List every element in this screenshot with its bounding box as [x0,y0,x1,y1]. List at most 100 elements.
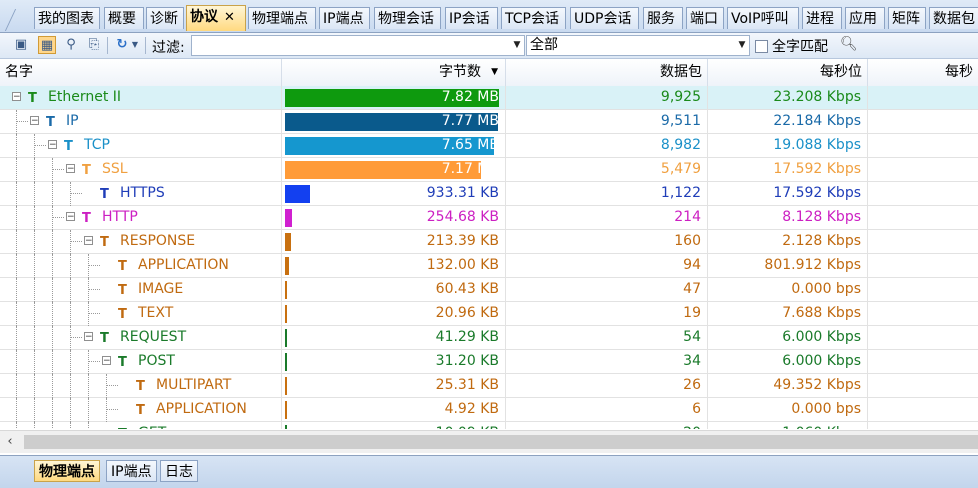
table-row[interactable]: T GET 10.09 KB 201.060 Kbps [0,422,978,429]
protocol-name: APPLICATION [138,257,229,273]
protocol-icon: T [100,331,109,346]
collapse-toggle[interactable]: − [66,212,75,222]
bottom-tab-2[interactable]: 日志 [160,460,198,482]
bottom-tab-0[interactable]: 物理端点 [34,460,100,482]
bytes-value: 7.17 MB [441,161,499,177]
refresh-icon[interactable]: ↻ [113,36,131,54]
filter-icon[interactable]: ⚲ [62,36,80,54]
chevron-down-icon[interactable]: ▼ [510,36,524,55]
bytes-bar [285,353,287,371]
bytes-value: 25.31 KB [435,377,499,393]
tab-4[interactable]: 物理端点 [248,7,316,29]
packets-cell: 160 [506,230,708,253]
scope-select[interactable]: 全部 ▼ [526,35,750,56]
extra-cell [868,110,978,133]
name-cell: T APPLICATION [0,398,282,422]
table-row[interactable]: − T HTTP 254.68 KB 214 8.128 Kbps [0,206,978,230]
collapse-toggle[interactable]: − [84,332,93,342]
tab-0[interactable]: 我的图表 [34,7,100,29]
column-header-bytes[interactable]: 字节数 ▼ [282,59,506,86]
column-header-extra[interactable]: 每秒 [868,59,978,86]
tab-6[interactable]: 物理会话 [374,7,441,29]
filter-input[interactable]: ▼ [191,35,525,56]
tree-guide [16,134,17,158]
tab-16[interactable]: 数据包 [929,7,978,29]
table-row[interactable]: T TEXT 20.96 KB 19 7.688 Kbps [0,302,978,326]
tree-guide [16,182,17,206]
search-icon[interactable]: 🔍︎ [840,36,858,52]
match-whole-word-checkbox[interactable] [755,40,768,53]
table-row[interactable]: − T RESPONSE 213.39 KB 160 2.128 Kbps [0,230,978,254]
close-icon[interactable]: ✕ [224,10,235,25]
tab-3[interactable]: 协议 ✕ [186,5,246,31]
extra-cell [868,302,978,325]
collapse-toggle[interactable]: − [12,92,21,102]
collapse-toggle[interactable]: − [30,116,39,126]
table-row[interactable]: T MULTIPART 25.31 KB 26 49.352 Kbps [0,374,978,398]
table-row[interactable]: T APPLICATION 4.92 KB 6 0.000 bps [0,398,978,422]
column-header-packets[interactable]: 数据包 [506,59,708,86]
bps-cell: 17.592 Kbps [708,158,868,181]
tab-15[interactable]: 矩阵 [888,7,926,29]
tree-guide [88,289,100,290]
tab-5[interactable]: IP端点 [319,7,370,29]
bytes-bar [285,401,287,419]
tab-14[interactable]: 应用 [845,7,885,29]
collapse-toggle[interactable]: − [84,236,93,246]
packets-cell: 47 [506,278,708,301]
tab-13[interactable]: 进程 [802,7,842,29]
layout-icon[interactable]: ▦ [38,36,56,54]
horizontal-scrollbar[interactable]: ‹ [0,430,978,453]
tab-label: 端口 [690,11,718,27]
name-cell: T IMAGE [0,278,282,302]
tree-guide [106,385,118,386]
tab-11[interactable]: 端口 [686,7,724,29]
chevron-down-icon[interactable]: ▼ [130,36,140,54]
column-header-bps[interactable]: 每秒位 [708,59,868,86]
tree-guide [16,374,17,398]
table-row[interactable]: − T TCP 7.65 MB 8,982 19.088 Kbps [0,134,978,158]
chevron-down-icon[interactable]: ▼ [735,36,749,55]
protocol-name: TEXT [138,305,174,321]
table-row[interactable]: − T SSL 7.17 MB 5,479 17.592 Kbps [0,158,978,182]
table-row[interactable]: T IMAGE 60.43 KB 47 0.000 bps [0,278,978,302]
toolbar-separator [145,37,146,54]
copy-icon[interactable]: ⎘ [85,36,103,54]
tree-guide [34,302,35,326]
bytes-value: 7.65 MB [441,137,499,153]
table-row[interactable]: − T Ethernet II 7.82 MB 9,925 23.208 Kbps [0,86,978,110]
tree-guide [16,121,28,122]
table-row[interactable]: − T IP 7.77 MB 9,511 22.184 Kbps [0,110,978,134]
table-row[interactable]: − T POST 31.20 KB 34 6.000 Kbps [0,350,978,374]
bytes-cell: 20.96 KB [282,302,506,325]
extra-cell [868,206,978,229]
table-row[interactable]: T HTTPS 933.31 KB 1,122 17.592 Kbps [0,182,978,206]
column-header-name[interactable]: 名字 [0,59,282,86]
tree-guide [52,206,53,230]
bps-cell: 801.912 Kbps [708,254,868,277]
collapse-toggle[interactable]: − [48,140,57,150]
bottom-tab-1[interactable]: IP端点 [106,460,157,482]
bps-cell: 49.352 Kbps [708,374,868,397]
tab-8[interactable]: TCP会话 [501,7,566,29]
collapse-toggle[interactable]: − [102,356,111,366]
protocol-name: TCP [84,137,110,153]
table-row[interactable]: − T REQUEST 41.29 KB 54 6.000 Kbps [0,326,978,350]
extra-cell [868,134,978,157]
bytes-value: 254.68 KB [426,209,499,225]
save-icon[interactable]: ▣ [12,36,30,54]
tab-9[interactable]: UDP会话 [570,7,639,29]
name-cell: − T HTTP [0,206,282,230]
tab-12[interactable]: VoIP呼叫 [727,7,799,29]
table-row[interactable]: T APPLICATION 132.00 KB 94 801.912 Kbps [0,254,978,278]
scrollbar-thumb[interactable] [24,435,978,449]
bps-cell: 0.000 bps [708,278,868,301]
tab-1[interactable]: 概要 [104,7,144,29]
protocol-icon: T [118,259,127,274]
tab-7[interactable]: IP会话 [445,7,498,29]
tab-10[interactable]: 服务 [643,7,683,29]
collapse-toggle[interactable]: − [66,164,75,174]
tab-2[interactable]: 诊断 [146,7,184,29]
scroll-left-icon[interactable]: ‹ [2,433,18,451]
protocol-icon: T [118,423,127,429]
